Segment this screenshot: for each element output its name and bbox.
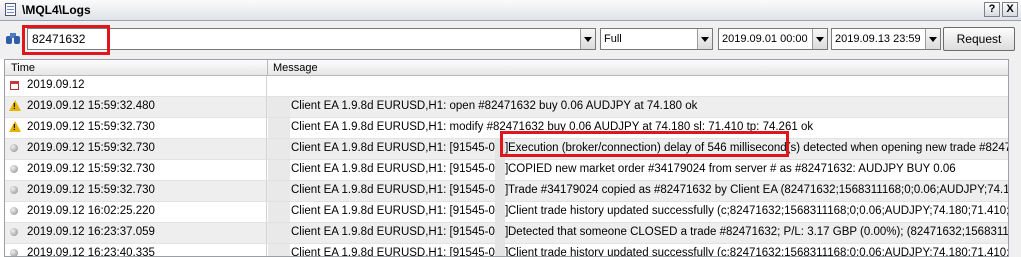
redaction-block	[495, 160, 505, 180]
info-dot-icon	[10, 228, 18, 236]
redaction-block	[268, 97, 290, 117]
time-cell: 2019.09.12 15:59:32.730	[5, 181, 267, 201]
time-cell: 2019.09.12 16:23:37.059	[5, 223, 267, 243]
search-combo[interactable]	[27, 28, 596, 50]
time-cell: 2019.09.12 15:59:32.730	[5, 139, 267, 159]
title-bar: \MQL4\Logs ? X	[0, 0, 1021, 21]
row-detail: COPIED new market order #34179024 from s…	[508, 163, 956, 175]
time-cell: 2019.09.12 16:02:25.220	[5, 202, 267, 222]
row-message: Client EA 1.9.8d EURUSD,H1: [91545-0-1]	[291, 205, 509, 217]
redaction-block	[268, 223, 290, 243]
row-message: Client EA 1.9.8d EURUSD,H1: [91545-0-1]	[291, 247, 509, 257]
redaction-block	[268, 139, 290, 159]
row-detail: Detected that someone CLOSED a trade #82…	[508, 226, 1008, 238]
date-to-picker[interactable]: 2019.09.13 23:59	[831, 28, 941, 50]
time-cell: 2019.09.12 15:59:32.730	[5, 160, 267, 180]
redaction-block	[268, 244, 290, 256]
table-row[interactable]: 2019.09.12 16:23:40.335 Client EA 1.9.8d…	[5, 244, 1009, 257]
row-time: 2019.09.12	[27, 79, 85, 91]
row-message: Client EA 1.9.8d EURUSD,H1: open #824716…	[291, 100, 698, 112]
row-message: Client EA 1.9.8d EURUSD,H1: modify #8247…	[291, 121, 814, 133]
warning-icon	[9, 100, 21, 111]
table-row[interactable]: 2019.09.12 15:59:32.480 Client EA 1.9.8d…	[5, 97, 1008, 118]
redaction-block	[268, 118, 290, 138]
row-detail: Client trade history updated successfull…	[508, 205, 1009, 217]
table-row[interactable]: 2019.09.12 15:59:32.730 Client EA 1.9.8d…	[5, 181, 1008, 202]
time-cell: 2019.09.12 16:23:40.335	[5, 244, 267, 257]
row-time: 2019.09.12 16:23:40.335	[27, 247, 155, 257]
info-dot-icon	[10, 186, 18, 194]
table-header: Time Message	[5, 60, 1008, 76]
row-message: Client EA 1.9.8d EURUSD,H1: [91545-0-1]	[291, 226, 509, 238]
chevron-down-icon[interactable]	[925, 29, 940, 49]
row-time: 2019.09.12 15:59:32.730	[27, 121, 155, 133]
row-time: 2019.09.12 16:02:25.220	[27, 205, 155, 217]
search-dropdown-arrow[interactable]	[580, 29, 595, 49]
redaction-block	[495, 223, 505, 243]
time-cell: 2019.09.12 15:59:32.730	[5, 118, 267, 138]
vertical-scrollbar[interactable]	[1009, 59, 1021, 257]
row-detail: Trade #34179024 copied as #82471632 by C…	[508, 184, 1009, 196]
help-button[interactable]: ?	[984, 2, 1000, 17]
close-button[interactable]: X	[1002, 2, 1018, 17]
time-cell: 2019.09.12	[5, 76, 267, 96]
row-time: 2019.09.12 15:59:32.730	[27, 142, 155, 154]
chevron-down-icon[interactable]	[812, 29, 827, 49]
info-dot-icon	[10, 249, 18, 256]
column-header-message[interactable]: Message	[273, 62, 318, 74]
info-dot-icon	[10, 207, 18, 215]
redaction-block	[268, 202, 290, 222]
redaction-block	[495, 181, 505, 201]
redaction-block	[495, 139, 505, 159]
binoculars-icon	[6, 33, 20, 45]
table-row[interactable]: 2019.09.12 15:59:32.730 Client EA 1.9.8d…	[5, 160, 1008, 181]
row-message: Client EA 1.9.8d EURUSD,H1: [91545-0-1]	[291, 163, 509, 175]
table-row[interactable]: 2019.09.12 16:02:25.220 Client EA 1.9.8d…	[5, 202, 1008, 223]
info-dot-icon	[10, 165, 18, 173]
warning-icon	[9, 121, 21, 132]
info-dot-icon	[10, 144, 18, 152]
window-title: \MQL4\Logs	[22, 3, 91, 17]
date-from-picker[interactable]: 2019.09.01 00:00	[718, 28, 828, 50]
calendar-icon	[10, 81, 19, 90]
row-time: 2019.09.12 15:59:32.730	[27, 163, 155, 175]
redaction-block	[495, 202, 505, 222]
table-row[interactable]: 2019.09.12	[5, 76, 1008, 97]
column-header-time[interactable]: Time	[11, 62, 35, 74]
row-detail: Client trade history updated successfull…	[508, 247, 1009, 257]
redaction-block	[268, 160, 290, 180]
document-icon	[5, 3, 16, 16]
logs-window: \MQL4\Logs ? X Full 2019.09.01 00:00 201…	[0, 0, 1021, 257]
date-from-value: 2019.09.01 00:00	[722, 33, 808, 45]
table-row[interactable]: 2019.09.12 15:59:32.730 Client EA 1.9.8d…	[5, 139, 1008, 160]
row-time: 2019.09.12 16:23:37.059	[27, 226, 155, 238]
row-time: 2019.09.12 15:59:32.730	[27, 184, 155, 196]
row-detail: Execution (broker/connection) delay of 5…	[508, 142, 1009, 154]
row-message: Client EA 1.9.8d EURUSD,H1: [91545-0-1]	[291, 184, 509, 196]
date-to-value: 2019.09.13 23:59	[835, 33, 921, 45]
level-select-value: Full	[604, 33, 622, 45]
table-row[interactable]: 2019.09.12 15:59:32.730 Client EA 1.9.8d…	[5, 118, 1008, 139]
level-select[interactable]: Full	[600, 28, 713, 50]
search-input[interactable]	[30, 30, 574, 48]
toolbar: Full 2019.09.01 00:00 2019.09.13 23:59 R…	[0, 21, 1021, 59]
redaction-block	[495, 244, 505, 256]
row-time: 2019.09.12 15:59:32.480	[27, 100, 155, 112]
table-row[interactable]: 2019.09.12 16:23:37.059 Client EA 1.9.8d…	[5, 223, 1008, 244]
redaction-block	[268, 181, 290, 201]
column-divider[interactable]	[267, 60, 268, 75]
log-table: Time Message 2019.09.12 2019.09.12 15:59…	[4, 59, 1009, 257]
request-button[interactable]: Request	[943, 27, 1015, 51]
row-message: Client EA 1.9.8d EURUSD,H1: [91545-0-1]	[291, 142, 509, 154]
time-cell: 2019.09.12 15:59:32.480	[5, 97, 267, 117]
chevron-down-icon[interactable]	[697, 29, 712, 49]
